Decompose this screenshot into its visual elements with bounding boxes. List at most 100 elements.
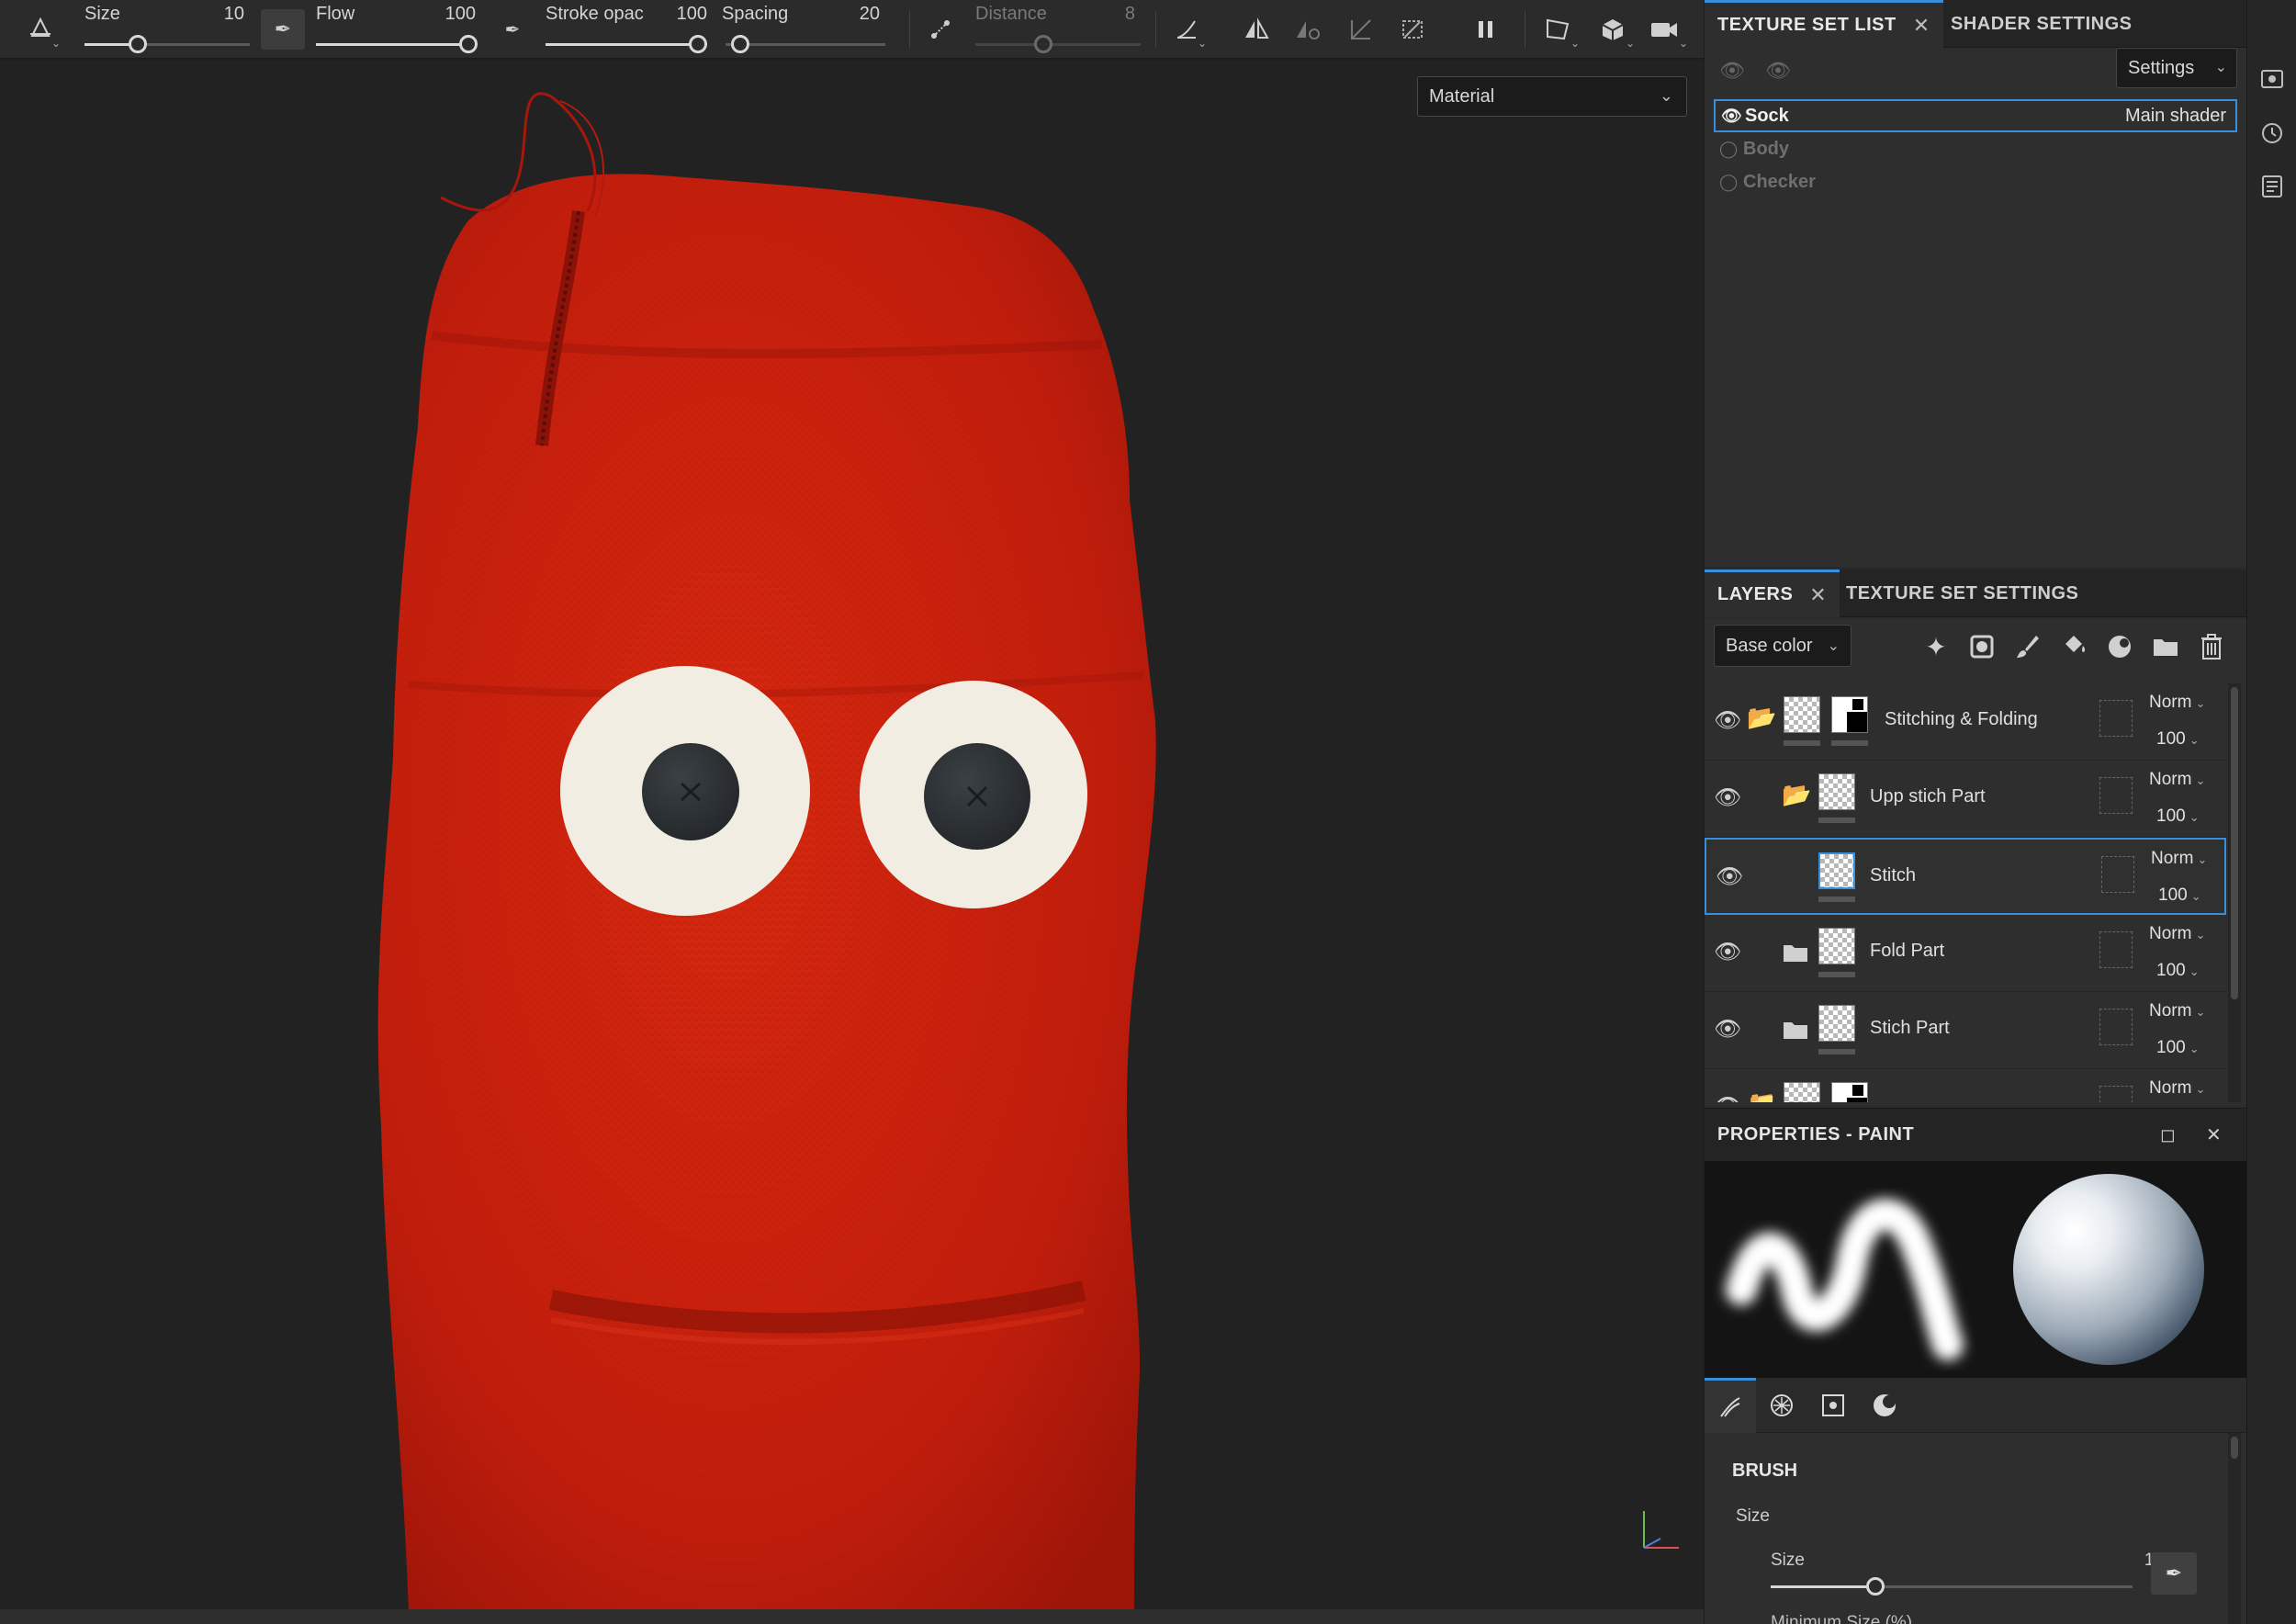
add-mask-button[interactable] [1964, 628, 2000, 665]
properties-scrollbar[interactable] [2228, 1433, 2241, 1624]
eye-icon[interactable]: ◯ [1719, 140, 1743, 159]
blend-mode-dropdown[interactable]: Norm ⌄ [2149, 1001, 2205, 1021]
eye-icon[interactable]: 👁 [1721, 107, 1745, 126]
layer-mask-slot[interactable] [2101, 856, 2134, 893]
pen-pressure-button[interactable]: ✒ [2151, 1552, 2197, 1595]
layer-stack[interactable]: 👁 📂 Stitching & Folding Norm ⌄ 100 ⌄ 👁 📂 U… [1705, 683, 2226, 1102]
folder-open-icon[interactable]: 📂 [1747, 704, 1776, 732]
layer-mask-slot[interactable] [2099, 1086, 2133, 1102]
viewport-mode-caret-icon[interactable]: ⌄ [1570, 37, 1580, 50]
spacing-slider-knob[interactable] [731, 35, 749, 53]
mask-thumbnail[interactable] [1831, 696, 1868, 733]
stroke-pen-icon[interactable]: ✒ [496, 9, 529, 50]
texture-set-shader[interactable]: Main shader [2125, 106, 2226, 127]
sock-puppet-render[interactable] [0, 60, 1704, 1612]
blend-mode-dropdown[interactable]: Norm ⌄ [2149, 770, 2205, 790]
cube-view-caret-icon[interactable]: ⌄ [1626, 37, 1635, 50]
symmetry-icon[interactable] [1238, 9, 1275, 50]
pause-icon[interactable] [1468, 9, 1504, 50]
history-button[interactable] [2258, 119, 2286, 147]
tab-material[interactable] [1859, 1378, 1910, 1433]
flow-value[interactable]: 100 [422, 4, 476, 25]
tab-stencil[interactable] [1807, 1378, 1859, 1433]
texture-set-item[interactable]: 👁 Sock Main shader [1714, 99, 2237, 132]
blend-mode-dropdown[interactable]: Norm ⌄ [2149, 924, 2205, 944]
alignment-caret-icon[interactable]: ⌄ [1198, 37, 1207, 50]
layer-row[interactable]: 👁 Stich Part Norm ⌄ 100 ⌄ [1705, 992, 2226, 1069]
texture-set-item[interactable]: ◯ Checker [1714, 165, 2237, 198]
eye-icon[interactable]: 👁 [1714, 784, 1741, 811]
blend-mode-dropdown[interactable]: Norm ⌄ [2149, 693, 2205, 713]
close-icon[interactable]: ✕ [1913, 14, 1930, 38]
mask-thumbnail[interactable] [1831, 1082, 1868, 1102]
layer-row[interactable]: 👁 Fold Part Norm ⌄ 100 ⌄ [1705, 915, 2226, 992]
spacing-value[interactable]: 20 [827, 4, 880, 25]
eye-icon[interactable]: 👁 [1714, 1093, 1741, 1102]
layer-mask-slot[interactable] [2099, 777, 2133, 814]
brush-size-slider-knob[interactable] [1866, 1577, 1885, 1596]
stroke-slider-knob[interactable] [689, 35, 707, 53]
layer-row-selected[interactable]: 👁 Stitch Norm ⌄ 100 ⌄ [1705, 838, 2226, 915]
opacity-dropdown[interactable]: 100 ⌄ [2156, 1038, 2200, 1058]
channel-dropdown[interactable]: Base color ⌄ [1714, 625, 1851, 667]
tab-texture-set-settings[interactable]: TEXTURE SET SETTINGS [1833, 570, 2091, 617]
folder-icon[interactable] [1782, 1018, 1809, 1042]
opacity-dropdown[interactable]: 100 ⌄ [2158, 885, 2201, 906]
layer-row[interactable]: 👁 📂 Stitching & Folding Norm ⌄ 100 ⌄ [1705, 683, 2226, 761]
add-folder-button[interactable] [2147, 628, 2184, 665]
tab-brush[interactable] [1705, 1378, 1756, 1433]
add-effect-button[interactable]: ✦ [1918, 628, 1954, 665]
layer-row[interactable]: 👁 📁 Norm⌄ [1705, 1069, 2226, 1102]
pen-pressure-button[interactable]: ✒ [261, 9, 305, 50]
symmetry-settings-icon[interactable] [1289, 9, 1326, 50]
scrollbar-thumb[interactable] [2231, 687, 2238, 999]
tab-texture-set-list[interactable]: TEXTURE SET LIST ✕ [1705, 0, 1943, 48]
close-icon[interactable]: ✕ [2206, 1123, 2222, 1146]
log-button[interactable] [2258, 173, 2286, 200]
eye-icon[interactable]: 👁 [1714, 939, 1741, 965]
add-fill-layer-button[interactable] [2055, 628, 2092, 665]
delete-layer-button[interactable] [2193, 628, 2230, 665]
add-smart-material-button[interactable] [2101, 628, 2138, 665]
texture-set-item[interactable]: ◯ Body [1714, 132, 2237, 165]
maximize-icon[interactable]: ◻ [2160, 1123, 2176, 1146]
stroke-opacity-value[interactable]: 100 [654, 4, 707, 25]
distance-slider-knob[interactable] [1034, 35, 1052, 53]
blend-mode-dropdown[interactable]: Norm ⌄ [2149, 1078, 2205, 1099]
transform-icon[interactable] [1343, 9, 1379, 50]
visibility-icon[interactable]: 👁 [1765, 59, 1791, 83]
layer-mask-slot[interactable] [2099, 1009, 2133, 1045]
lazy-mouse-icon[interactable] [922, 9, 959, 50]
camera-icon[interactable] [1646, 9, 1683, 50]
eye-icon[interactable]: 👁 [1714, 707, 1741, 734]
hide-icon[interactable] [1394, 9, 1431, 50]
layers-scrollbar[interactable] [2228, 683, 2241, 1102]
layer-mask-slot[interactable] [2099, 700, 2133, 737]
layer-row[interactable]: 👁 📂 Upp stich Part Norm ⌄ 100 ⌄ [1705, 761, 2226, 838]
distance-slider-track[interactable] [975, 43, 1141, 46]
tool-caret-icon[interactable]: ⌄ [51, 37, 61, 50]
scrollbar-thumb[interactable] [2231, 1437, 2238, 1459]
distance-value[interactable]: 8 [1084, 4, 1135, 25]
eye-icon[interactable]: 👁 [1714, 1016, 1741, 1043]
tab-layers[interactable]: LAYERS ✕ [1705, 570, 1840, 617]
tab-shader-settings[interactable]: SHADER SETTINGS [1938, 0, 2145, 48]
size-value[interactable]: 10 [193, 4, 244, 25]
flow-slider-knob[interactable] [459, 35, 478, 53]
opacity-dropdown[interactable]: 100 ⌄ [2156, 806, 2200, 827]
folder-icon[interactable]: 📁 [1747, 1089, 1776, 1102]
opacity-dropdown[interactable]: 100 ⌄ [2156, 961, 2200, 981]
folder-icon[interactable] [1782, 941, 1809, 964]
spacing-slider-track[interactable] [726, 43, 885, 46]
opacity-dropdown[interactable]: 100 ⌄ [2156, 729, 2200, 750]
size-slider-knob[interactable] [129, 35, 147, 53]
eye-icon[interactable]: ◯ [1719, 173, 1743, 192]
eye-icon[interactable]: 👁 [1716, 863, 1743, 890]
camera-caret-icon[interactable]: ⌄ [1679, 37, 1688, 50]
folder-open-icon[interactable]: 📂 [1782, 781, 1811, 809]
close-icon[interactable]: ✕ [1809, 583, 1827, 607]
blend-mode-dropdown[interactable]: Norm ⌄ [2151, 849, 2207, 869]
solo-eye-icon[interactable]: 👁 [1719, 59, 1745, 83]
viewport-channel-dropdown[interactable]: Material ⌄ [1417, 76, 1687, 117]
3d-viewport[interactable]: Material ⌄ [0, 60, 1704, 1612]
